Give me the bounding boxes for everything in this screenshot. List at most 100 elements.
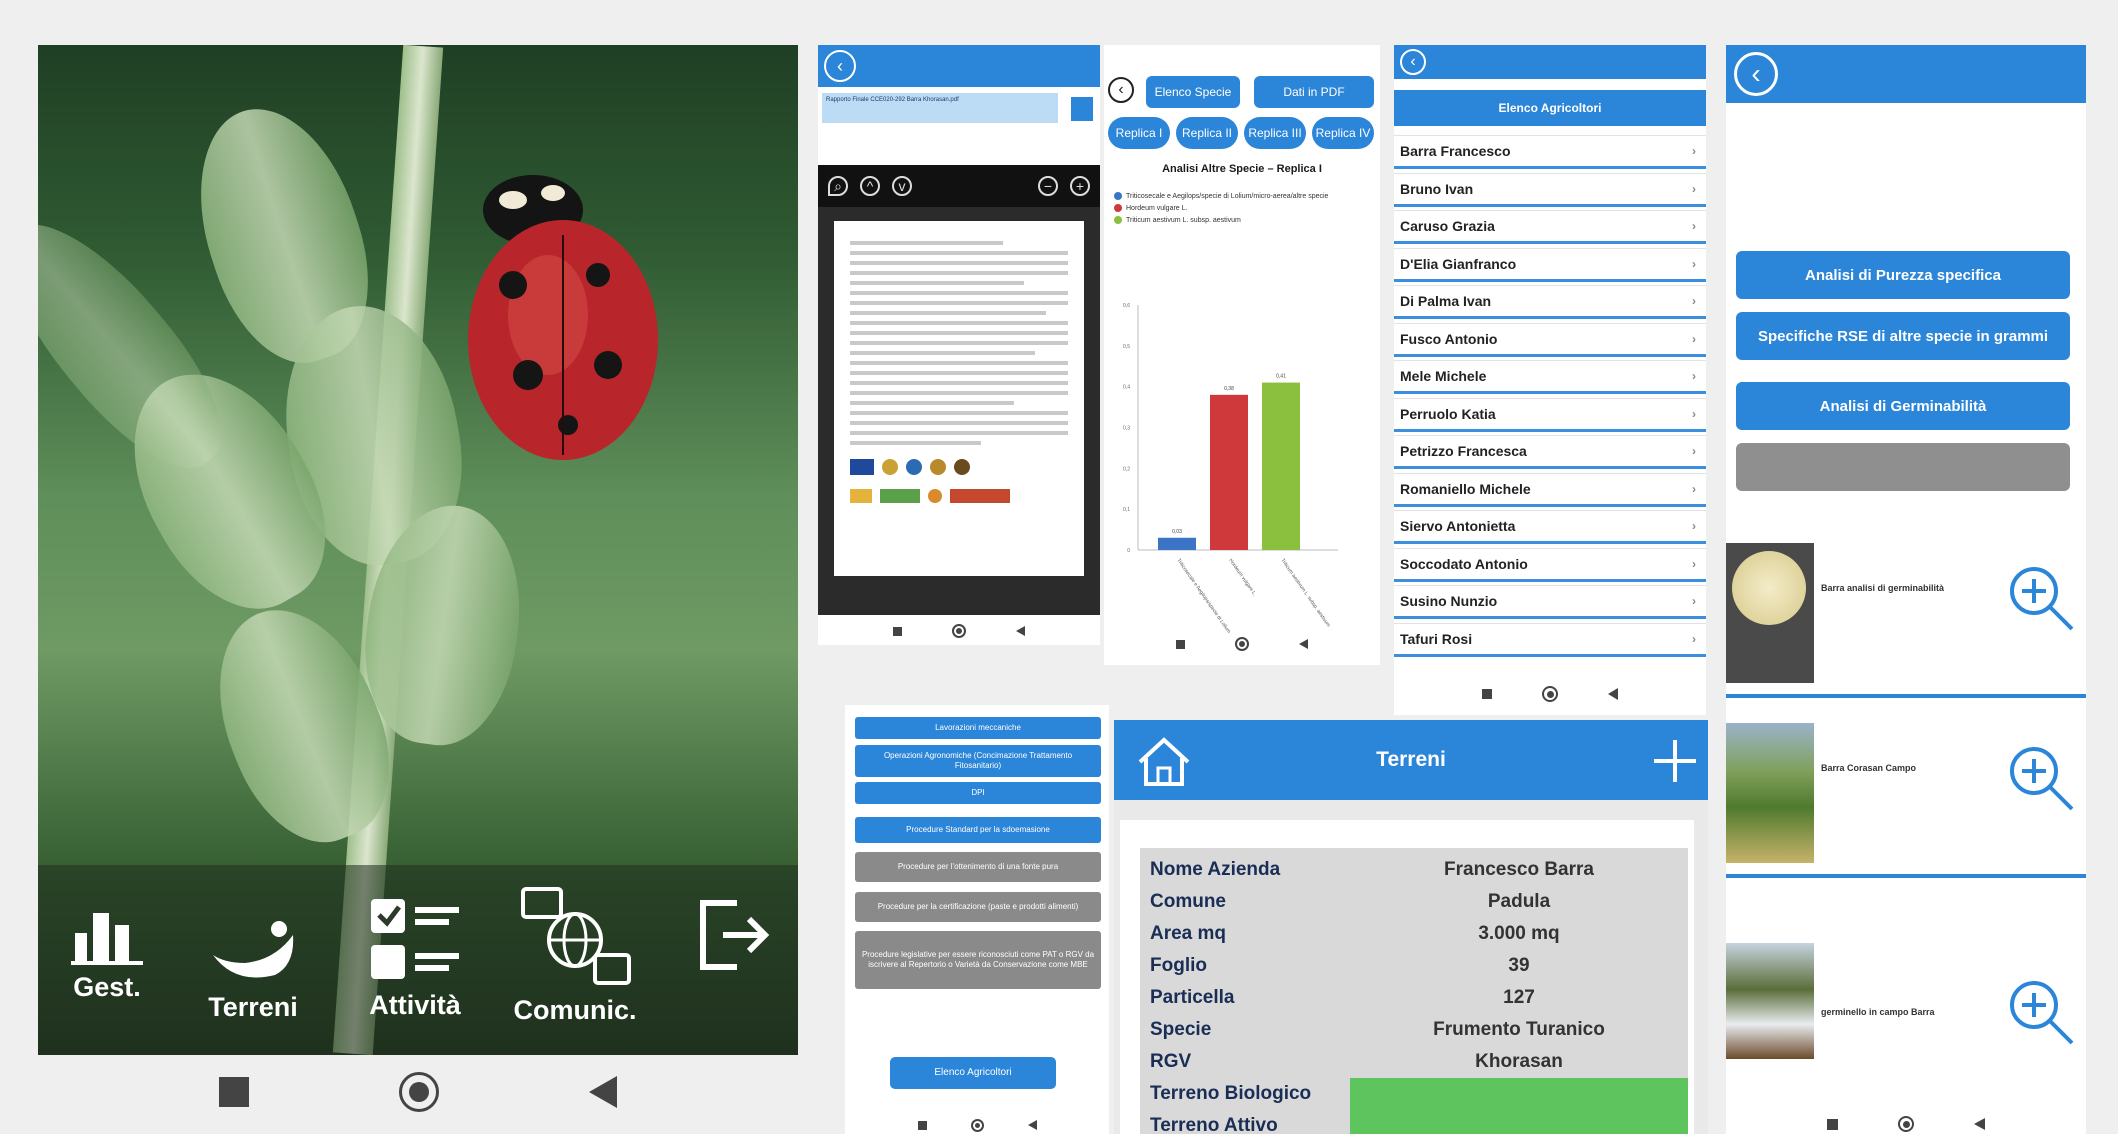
android-nav-bar	[818, 620, 1100, 642]
home-button[interactable]	[970, 1118, 984, 1132]
procedure-button[interactable]: DPI	[855, 782, 1101, 804]
procedure-button[interactable]: Procedure legislative per essere riconos…	[855, 931, 1101, 989]
chevron-up-icon[interactable]: ^	[860, 176, 880, 196]
legend-swatch	[1114, 192, 1122, 200]
farmer-list-item[interactable]: Siervo Antonietta ›	[1394, 510, 1706, 544]
recent-apps-button[interactable]	[1176, 639, 1185, 649]
bar	[1210, 394, 1248, 550]
back-button[interactable]: ‹	[824, 50, 856, 82]
farmer-list-item[interactable]: Barra Francesco ›	[1394, 135, 1706, 169]
back-button[interactable]: ‹	[1400, 49, 1426, 75]
pdf-page	[834, 221, 1084, 576]
farmer-name: Fusco Antonio	[1400, 330, 1498, 347]
replica-3-tab[interactable]: Replica III	[1244, 117, 1306, 149]
item-label: Barra analisi di germinabilità	[1821, 583, 1945, 593]
analisi-purezza-button[interactable]: Analisi di Purezza specifica	[1736, 251, 2070, 299]
replica-2-tab[interactable]: Replica II	[1176, 117, 1238, 149]
analysis-item[interactable]: germinello in campo Barra	[1726, 943, 2086, 1067]
procedure-button[interactable]: Procedure per la certificazione (paste e…	[855, 892, 1101, 922]
zoom-in-icon[interactable]	[2006, 743, 2076, 813]
back-button[interactable]	[1974, 1118, 1985, 1130]
chevron-right-icon: ›	[1692, 219, 1696, 233]
farmer-list-item[interactable]: Petrizzo Francesca ›	[1394, 435, 1706, 469]
zoom-in-icon[interactable]	[2006, 977, 2076, 1047]
procedure-button[interactable]: Procedure per l'ottenimento di una fonte…	[855, 852, 1101, 882]
menu-attivita[interactable]: Attività	[350, 895, 480, 1021]
farmer-list-item[interactable]: Di Palma Ivan ›	[1394, 285, 1706, 319]
detail-key: Terreno Biologico	[1150, 1083, 1312, 1104]
farmer-list-item[interactable]: Perruolo Katia ›	[1394, 397, 1706, 432]
farmer-list-item[interactable]: Caruso Grazia ›	[1394, 210, 1706, 244]
farmer-list-item[interactable]: D'Elia Gianfranco ›	[1394, 247, 1706, 282]
menu-comunic[interactable]: Comunic.	[500, 885, 650, 1026]
recent-apps-button[interactable]	[219, 1077, 249, 1107]
chevron-down-icon[interactable]: v	[892, 176, 912, 196]
recent-apps-button[interactable]	[917, 1120, 927, 1130]
pdf-view-area[interactable]: ⌕ ^ v − +	[818, 165, 1100, 615]
home-button[interactable]	[1542, 686, 1558, 702]
detail-row: Terreno Attivo	[1140, 1110, 1688, 1134]
farmer-list-item[interactable]: Bruno Ivan ›	[1394, 172, 1706, 207]
zoom-out-icon[interactable]: −	[1038, 176, 1058, 196]
elenco-agricoltori-button[interactable]: Elenco Agricoltori	[890, 1057, 1056, 1089]
back-button[interactable]: ‹	[1734, 52, 1778, 96]
legend-swatch	[1114, 216, 1122, 224]
field-icon	[213, 921, 294, 978]
logos-row	[850, 459, 1068, 475]
detail-row: RGV Khorasan	[1140, 1046, 1688, 1078]
menu-logout[interactable]	[678, 895, 788, 994]
procedure-button[interactable]: Lavorazioni meccaniche	[855, 717, 1101, 739]
zoom-in-icon[interactable]: +	[1070, 176, 1090, 196]
back-button[interactable]	[1016, 626, 1025, 636]
farmer-list-item[interactable]: Mele Michele ›	[1394, 360, 1706, 394]
detail-key: Foglio	[1150, 955, 1207, 976]
y-tick-label: 0,1	[1123, 507, 1130, 513]
zoom-in-icon[interactable]	[2006, 563, 2076, 633]
procedure-button[interactable]: Operazioni Agronomiche (Concimazione Tra…	[855, 745, 1101, 777]
farmer-list-item[interactable]: Fusco Antonio ›	[1394, 322, 1706, 357]
replica-1-tab[interactable]: Replica I	[1108, 117, 1170, 149]
farmer-name: Bruno Ivan	[1400, 180, 1474, 197]
chevron-right-icon: ›	[1692, 144, 1696, 158]
analisi-germinabilita-button[interactable]: Analisi di Germinabilità	[1736, 382, 2070, 430]
farmer-list-item[interactable]: Susino Nunzio ›	[1394, 585, 1706, 619]
add-icon[interactable]	[1652, 738, 1698, 784]
back-button[interactable]	[1608, 688, 1618, 700]
back-button[interactable]: ‹	[1108, 77, 1134, 103]
home-button[interactable]	[399, 1072, 439, 1112]
data-label: 0,03	[1172, 529, 1182, 535]
disabled-button[interactable]	[1736, 443, 2070, 491]
home-button[interactable]	[952, 624, 966, 638]
procedure-button[interactable]: Procedure Standard per la sdoemasione	[855, 817, 1101, 843]
analysis-item[interactable]: Barra analisi di germinabilità	[1726, 543, 2086, 698]
recent-apps-button[interactable]	[893, 626, 902, 636]
detail-value: 39	[1508, 955, 1530, 976]
menu-gest[interactable]: Gest.	[52, 905, 162, 1003]
farmer-list-item[interactable]: Romaniello Michele ›	[1394, 472, 1706, 507]
chevron-left-icon: ‹	[1751, 58, 1761, 89]
detail-value: 127	[1503, 987, 1535, 1008]
android-nav-bar	[1726, 1116, 2086, 1132]
detail-row: Particella 127	[1140, 982, 1688, 1014]
recent-apps-button[interactable]	[1482, 689, 1492, 699]
open-file-button[interactable]	[1071, 97, 1093, 121]
replica-4-tab[interactable]: Replica IV	[1312, 117, 1374, 149]
farmers-list-screen: ‹ Elenco Agricoltori Barra Francesco › Bru…	[1394, 45, 1706, 715]
back-button[interactable]	[1027, 1120, 1037, 1130]
farmer-list-item[interactable]: Soccodato Antonio ›	[1394, 547, 1706, 582]
elenco-specie-button[interactable]: Elenco Specie	[1146, 76, 1240, 108]
recent-apps-button[interactable]	[1827, 1118, 1838, 1130]
search-icon[interactable]: ⌕	[828, 176, 848, 196]
specifiche-rse-button[interactable]: Specifiche RSE di altre specie in grammi	[1736, 312, 2070, 360]
back-button[interactable]	[1299, 639, 1308, 649]
dati-pdf-button[interactable]: Dati in PDF	[1254, 76, 1374, 108]
y-tick-label: 0,5	[1123, 344, 1130, 350]
menu-terreni[interactable]: Terreni	[188, 915, 318, 1023]
back-button[interactable]	[589, 1076, 617, 1108]
home-button[interactable]	[1235, 637, 1249, 651]
analysis-item[interactable]: Barra Corasan Campo	[1726, 723, 2086, 878]
thumbnail-image	[1726, 723, 1814, 863]
home-button[interactable]	[1898, 1116, 1914, 1132]
farmer-list-item[interactable]: Tafuri Rosi ›	[1394, 622, 1706, 657]
chevron-right-icon: ›	[1692, 181, 1696, 196]
